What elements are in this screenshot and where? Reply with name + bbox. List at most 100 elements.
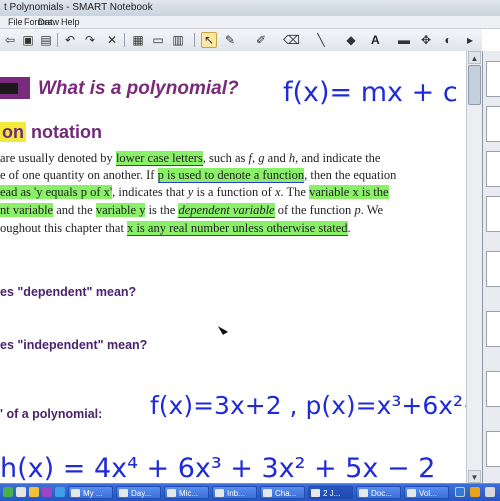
taskbar-item[interactable]: Day...	[116, 486, 161, 499]
text-run: . We	[360, 203, 384, 217]
page-thumbnail[interactable]	[486, 106, 500, 142]
tray-icon[interactable]	[485, 487, 495, 497]
window-icon	[167, 489, 176, 497]
text-run: , such as	[202, 151, 249, 165]
page-heading: What is a polynomial?	[38, 78, 239, 99]
text-run: are usually denoted by	[0, 151, 116, 165]
move-icon[interactable]: ✥	[418, 32, 434, 48]
text-run: , indicates that	[112, 185, 188, 199]
taskbar-item-label: 2 J...	[323, 489, 341, 498]
mouse-cursor	[217, 323, 229, 335]
capture-icon[interactable]: ▥	[170, 32, 186, 48]
taskbar-item[interactable]: Inb...	[212, 486, 257, 499]
properties-icon[interactable]: ▬	[396, 32, 412, 48]
section-heading: on notation	[0, 122, 102, 143]
taskbar-item-label: My ...	[83, 489, 103, 498]
window-icon	[311, 489, 320, 497]
more-icon[interactable]: ▸	[462, 32, 478, 48]
question-degree: ' of a polynomial:	[0, 407, 103, 421]
eraser-icon[interactable]: ⌫	[283, 32, 300, 48]
ink-annotation-polynomial: h(x) = 4x⁴ + 6x³ + 3x² + 5x − 2	[0, 453, 436, 483]
previous-page-icon[interactable]: ⇦	[2, 32, 18, 48]
page-thumbnail[interactable]	[486, 431, 500, 467]
full-screen-icon[interactable]: ▭	[150, 32, 166, 48]
taskbar-item[interactable]: My ...	[68, 486, 113, 499]
window-icon	[71, 489, 80, 497]
text-run: oughout this chapter that	[0, 221, 128, 235]
text-run: is a function of	[193, 185, 275, 199]
screen-shade-icon[interactable]: ▦	[130, 32, 146, 48]
taskbar: My ... Day... Mic... Inb... Cha... 2 J..…	[0, 483, 500, 501]
text-run: .	[347, 221, 351, 235]
text-run-highlighted: nt variable	[0, 203, 54, 217]
page-sorter-sidebar	[482, 51, 500, 483]
start-icon[interactable]	[3, 487, 13, 497]
text-run: is the	[145, 203, 179, 217]
delete-icon[interactable]: ✕	[104, 32, 120, 48]
question-dependent: es "dependent" mean?	[0, 285, 137, 299]
quick-launch-icon[interactable]	[55, 487, 65, 497]
text-run-highlighted: dependent variable	[178, 203, 275, 218]
text-run: , then the equation	[304, 168, 397, 182]
quick-launch-icon[interactable]	[16, 487, 26, 497]
undo-icon[interactable]: ↶	[62, 32, 78, 48]
scroll-thumb[interactable]	[468, 65, 481, 105]
save-icon[interactable]: ▤	[38, 32, 54, 48]
window-icon	[359, 489, 368, 497]
window-icon	[215, 489, 224, 497]
open-icon[interactable]: ▣	[20, 32, 36, 48]
vertical-scrollbar[interactable]: ▲ ▼	[466, 51, 482, 483]
pen-icon[interactable]: ✎	[222, 32, 238, 48]
scroll-up-icon[interactable]: ▲	[468, 51, 481, 64]
tray-icon[interactable]	[470, 487, 480, 497]
taskbar-item[interactable]: Mic...	[164, 486, 209, 499]
question-independent: es "independent" mean?	[0, 338, 148, 352]
text-run-highlighted: x is any real number unless otherwise st…	[127, 221, 348, 236]
taskbar-item-label: Cha...	[275, 489, 297, 498]
quick-launch-icon[interactable]	[42, 487, 52, 497]
taskbar-item-label: Inb...	[227, 489, 245, 498]
tray-icon[interactable]	[455, 487, 465, 497]
window-icon	[119, 489, 128, 497]
text-run: , and indicate the	[295, 151, 381, 165]
taskbar-item[interactable]: Cha...	[260, 486, 305, 499]
quick-launch-icon[interactable]	[29, 487, 39, 497]
menu-draw[interactable]: Draw	[38, 17, 59, 27]
menu-bar: File Format Draw Help	[0, 16, 500, 29]
menu-help[interactable]: Help	[61, 17, 80, 27]
scroll-down-icon[interactable]: ▼	[468, 470, 481, 483]
page-thumbnail[interactable]	[486, 251, 500, 287]
taskbar-item[interactable]: Doc...	[356, 486, 401, 499]
page-thumbnail[interactable]	[486, 371, 500, 407]
ink-annotation-linear: f(x)= mx + c	[283, 77, 458, 108]
shape-icon[interactable]: ◆	[343, 32, 359, 48]
taskbar-item[interactable]: Vol...	[404, 486, 449, 499]
menu-file[interactable]: File	[8, 17, 23, 27]
taskbar-item-active[interactable]: 2 J...	[308, 486, 353, 499]
text-tool[interactable]: A	[371, 33, 380, 47]
page-thumbnail[interactable]	[486, 196, 500, 232]
notebook-page[interactable]: What is a polynomial? on notation are us…	[0, 51, 466, 483]
taskbar-item-label: Mic...	[179, 489, 199, 498]
select-arrow-icon[interactable]: ↖	[201, 32, 217, 48]
text-run-highlighted: p is used to denote a function	[157, 168, 305, 183]
window-icon	[263, 489, 272, 497]
highlighter-icon[interactable]: ✐	[253, 32, 269, 48]
taskbar-item-label: Vol...	[419, 489, 437, 498]
page-thumbnail[interactable]	[486, 61, 500, 97]
paragraph-line-5: oughout this chapter that x is any real …	[0, 221, 351, 236]
line-icon[interactable]: ╲	[313, 32, 329, 48]
text-run-highlighted: variable x is the	[309, 185, 389, 199]
text-run: f, g	[248, 151, 265, 165]
toolbar-divider	[57, 33, 58, 47]
page-thumbnail[interactable]	[486, 151, 500, 187]
fill-icon[interactable]: ◐	[440, 32, 456, 48]
window-icon	[407, 489, 416, 497]
section-heading-highlight: on	[0, 122, 26, 142]
page-thumbnail[interactable]	[486, 311, 500, 347]
taskbar-item-label: Day...	[131, 489, 152, 498]
redo-icon[interactable]: ↷	[82, 32, 98, 48]
text-run-highlighted: variable y	[95, 203, 146, 217]
toolbar-divider	[124, 33, 125, 47]
text-run: and	[264, 151, 289, 165]
